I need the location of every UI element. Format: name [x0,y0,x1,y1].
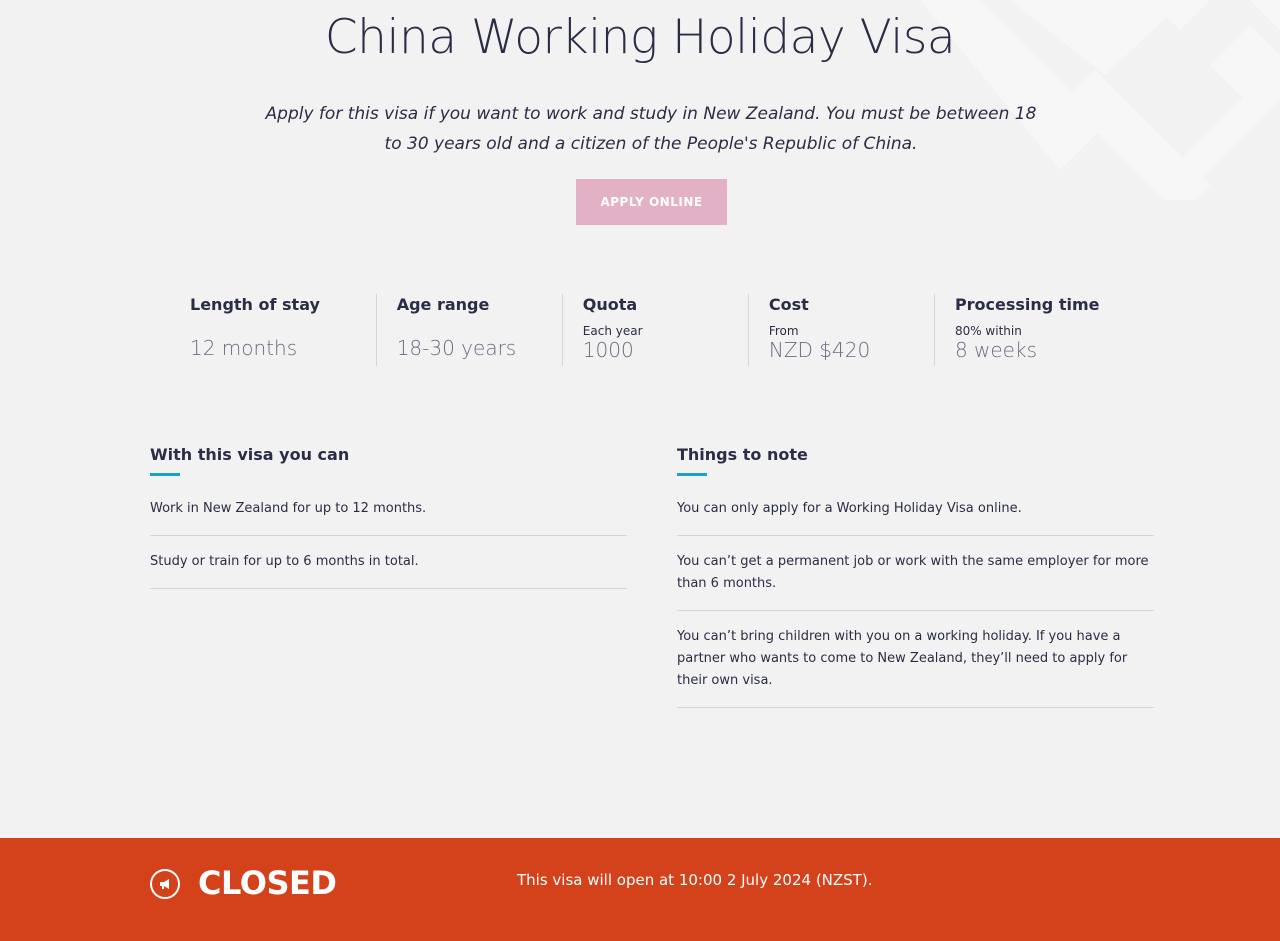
things-to-note-section: Things to note You can only apply for a … [677,444,1154,708]
megaphone-icon [150,869,180,899]
stat-label: Cost [768,295,809,314]
stat-sublabel: From [768,324,799,338]
section-heading: Things to note [677,445,808,464]
stat-label: Length of stay [190,295,320,314]
status-banner: CLOSED This visa will open at 10:00 2 Ju… [0,838,1280,941]
list-item: Work in New Zealand for up to 12 months. [150,489,627,536]
stat-sublabel: 80% within [954,324,1022,338]
list-item: You can’t get a permanent job or work wi… [677,536,1154,611]
heading-underline [677,473,707,476]
page-title: China Working Holiday Visa [324,10,956,65]
list-item: You can’t bring children with you on a w… [677,611,1154,708]
stat-value: 12 months [190,336,298,360]
list-item: Study or train for up to 6 months in tot… [150,536,627,589]
stat-age-range: Age range 18-30 years [375,294,562,366]
stat-processing-time: Processing time 80% within 8 weeks [933,294,1120,366]
heading-underline [150,473,180,476]
stat-length-of-stay: Length of stay 12 months [170,294,376,366]
stat-value: 8 weeks [954,338,1037,362]
apply-online-button[interactable]: APPLY ONLINE [576,179,727,225]
stat-label: Processing time [954,295,1100,314]
list-item: You can only apply for a Working Holiday… [677,489,1154,536]
status-message: This visa will open at 10:00 2 July 2024… [517,871,873,889]
section-heading: With this visa you can [150,445,350,464]
stat-value: 1000 [582,338,634,362]
intro-text: Apply for this visa if you want to work … [265,104,1037,154]
stat-label: Age range [396,295,490,314]
visa-stats: Length of stay 12 months Age range 18-30… [170,294,1120,366]
stat-sublabel: Each year [582,324,643,338]
stat-label: Quota [582,295,638,314]
status-label: CLOSED [198,864,337,902]
stat-quota: Quota Each year 1000 [561,294,748,366]
stat-value: NZD $420 [768,338,871,362]
visa-benefits-section: With this visa you can Work in New Zeala… [150,444,627,589]
stat-cost: Cost From NZD $420 [747,294,934,366]
stat-value: 18-30 years [396,336,517,360]
